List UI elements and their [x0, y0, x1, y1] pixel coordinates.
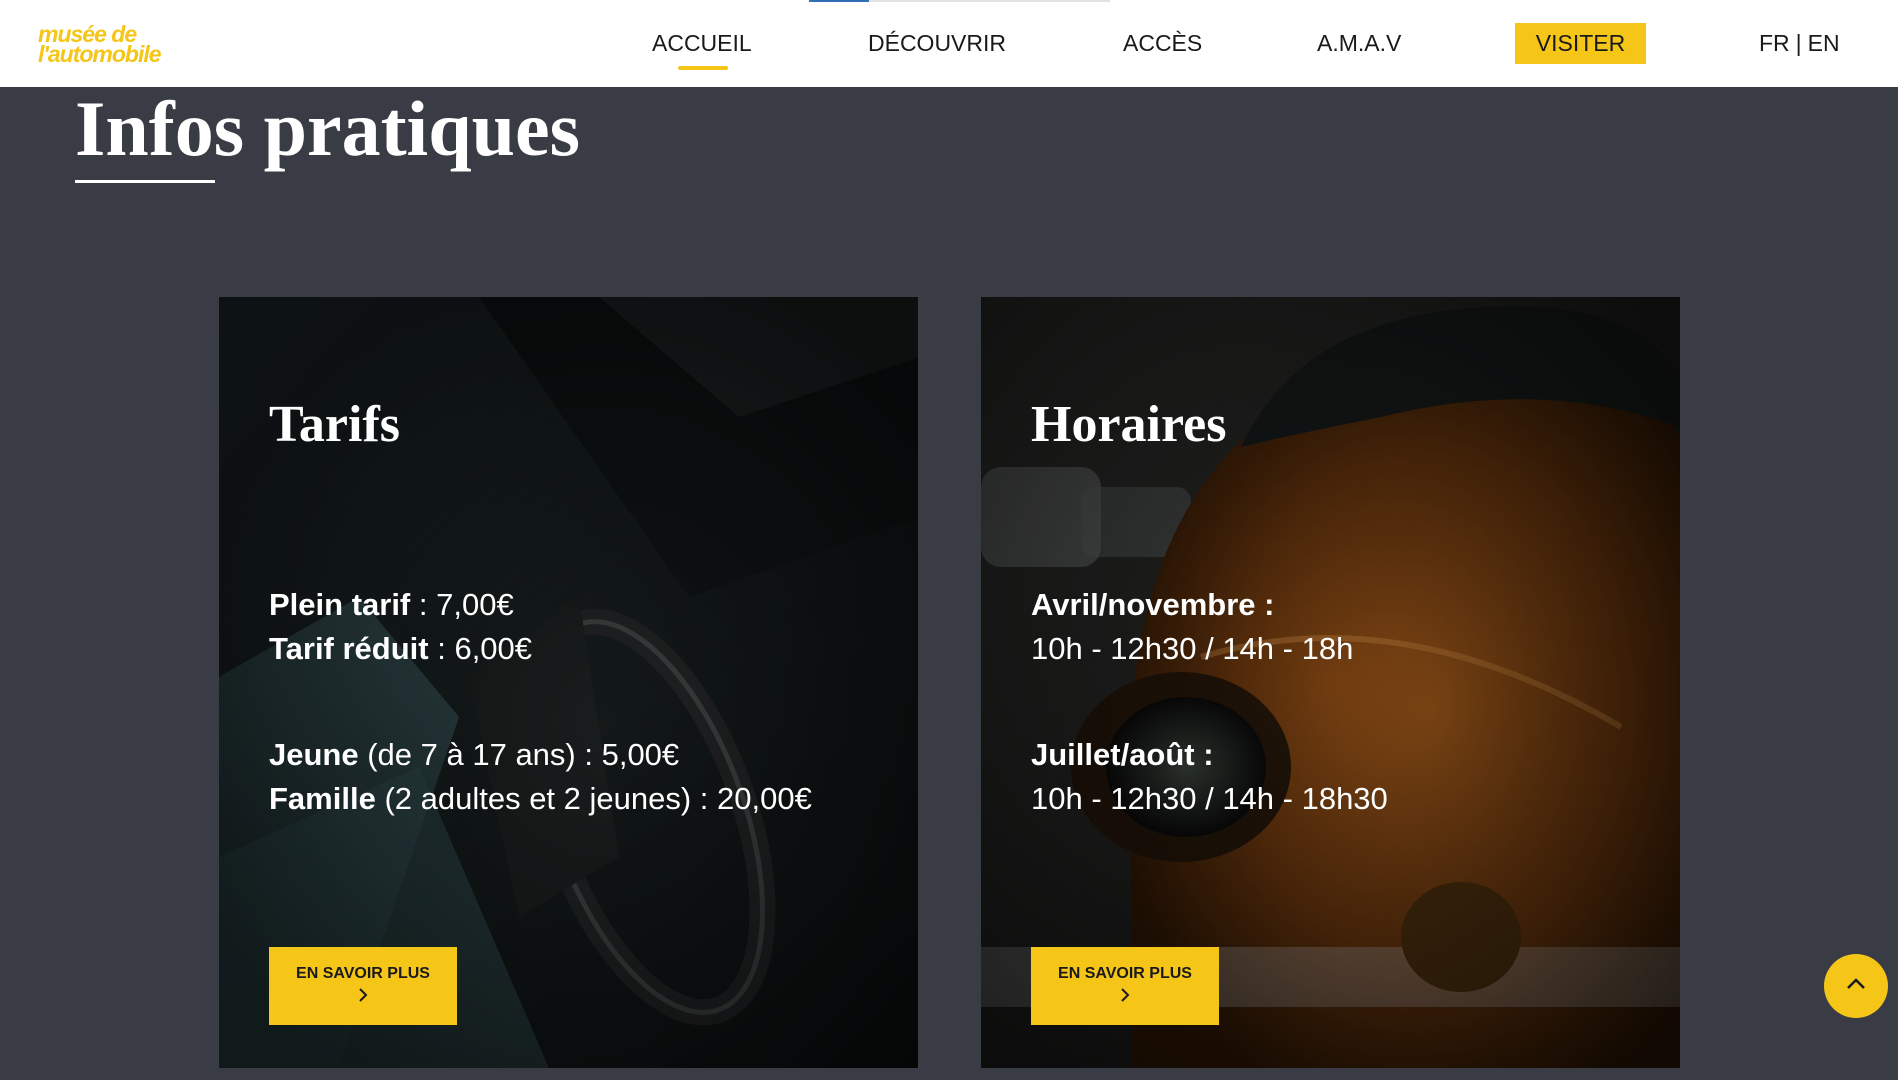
- price-line-reduit: Tarif réduit : 6,00€: [269, 631, 532, 667]
- horaires-more-button[interactable]: EN SAVOIR PLUS: [1031, 947, 1219, 1025]
- tarifs-card: Tarifs Plein tarif : 7,00€ Tarif réduit …: [219, 297, 918, 1068]
- more-button-label: EN SAVOIR PLUS: [1058, 964, 1192, 982]
- main-nav: ACCUEIL DÉCOUVRIR ACCÈS A.M.A.V VISITER: [0, 0, 1898, 87]
- horaires-card: Horaires Avril/novembre : 10h - 12h30 / …: [981, 297, 1680, 1068]
- price-line-plein: Plein tarif : 7,00€: [269, 587, 514, 623]
- hours-value: 10h - 12h30 / 14h - 18h30: [1031, 781, 1388, 816]
- price-value: : 7,00€: [410, 587, 514, 622]
- tarifs-title: Tarifs: [269, 396, 400, 453]
- chevron-right-icon: [1119, 987, 1131, 1008]
- hours-season-juillet: Juillet/août :: [1031, 737, 1214, 773]
- hours-times-avril: 10h - 12h30 / 14h - 18h: [1031, 631, 1353, 667]
- hours-value: 10h - 12h30 / 14h - 18h: [1031, 631, 1354, 666]
- site-header: musée de l'automobile ACCUEIL DÉCOUVRIR …: [0, 0, 1898, 87]
- language-switcher: FR | EN: [1759, 29, 1840, 57]
- chevron-right-icon: [357, 987, 369, 1008]
- price-value: (2 adultes et 2 jeunes) : 20,00€: [375, 781, 812, 816]
- hours-season-avril: Avril/novembre :: [1031, 587, 1274, 623]
- lang-separator: |: [1795, 30, 1802, 56]
- nav-item-decouvrir[interactable]: DÉCOUVRIR: [868, 29, 1006, 59]
- scroll-to-top-button[interactable]: [1824, 954, 1888, 1018]
- more-button-label: EN SAVOIR PLUS: [296, 964, 430, 982]
- visiter-button[interactable]: VISITER: [1515, 23, 1646, 64]
- season-label: Juillet/août :: [1031, 737, 1214, 772]
- tarifs-more-button[interactable]: EN SAVOIR PLUS: [269, 947, 457, 1025]
- price-label: Tarif réduit: [269, 631, 429, 666]
- lang-fr-link[interactable]: FR: [1759, 30, 1790, 56]
- season-label: Avril/novembre :: [1031, 587, 1275, 622]
- page-title: Infos pratiques: [75, 85, 580, 172]
- price-line-famille: Famille (2 adultes et 2 jeunes) : 20,00€: [269, 781, 812, 817]
- title-underline: [75, 180, 215, 183]
- chevron-up-icon: [1845, 977, 1867, 996]
- nav-item-amav[interactable]: A.M.A.V: [1317, 29, 1401, 59]
- price-label: Famille: [269, 781, 376, 816]
- price-value: (de 7 à 17 ans) : 5,00€: [358, 737, 680, 772]
- price-label: Jeune: [269, 737, 359, 772]
- hours-times-juillet: 10h - 12h30 / 14h - 18h30: [1031, 781, 1388, 817]
- nav-item-acces[interactable]: ACCÈS: [1123, 29, 1202, 59]
- lang-en-link[interactable]: EN: [1808, 30, 1840, 56]
- price-value: : 6,00€: [428, 631, 533, 666]
- price-label: Plein tarif: [269, 587, 411, 622]
- nav-item-accueil[interactable]: ACCUEIL: [652, 29, 752, 70]
- price-line-jeune: Jeune (de 7 à 17 ans) : 5,00€: [269, 737, 679, 773]
- horaires-title: Horaires: [1031, 396, 1227, 453]
